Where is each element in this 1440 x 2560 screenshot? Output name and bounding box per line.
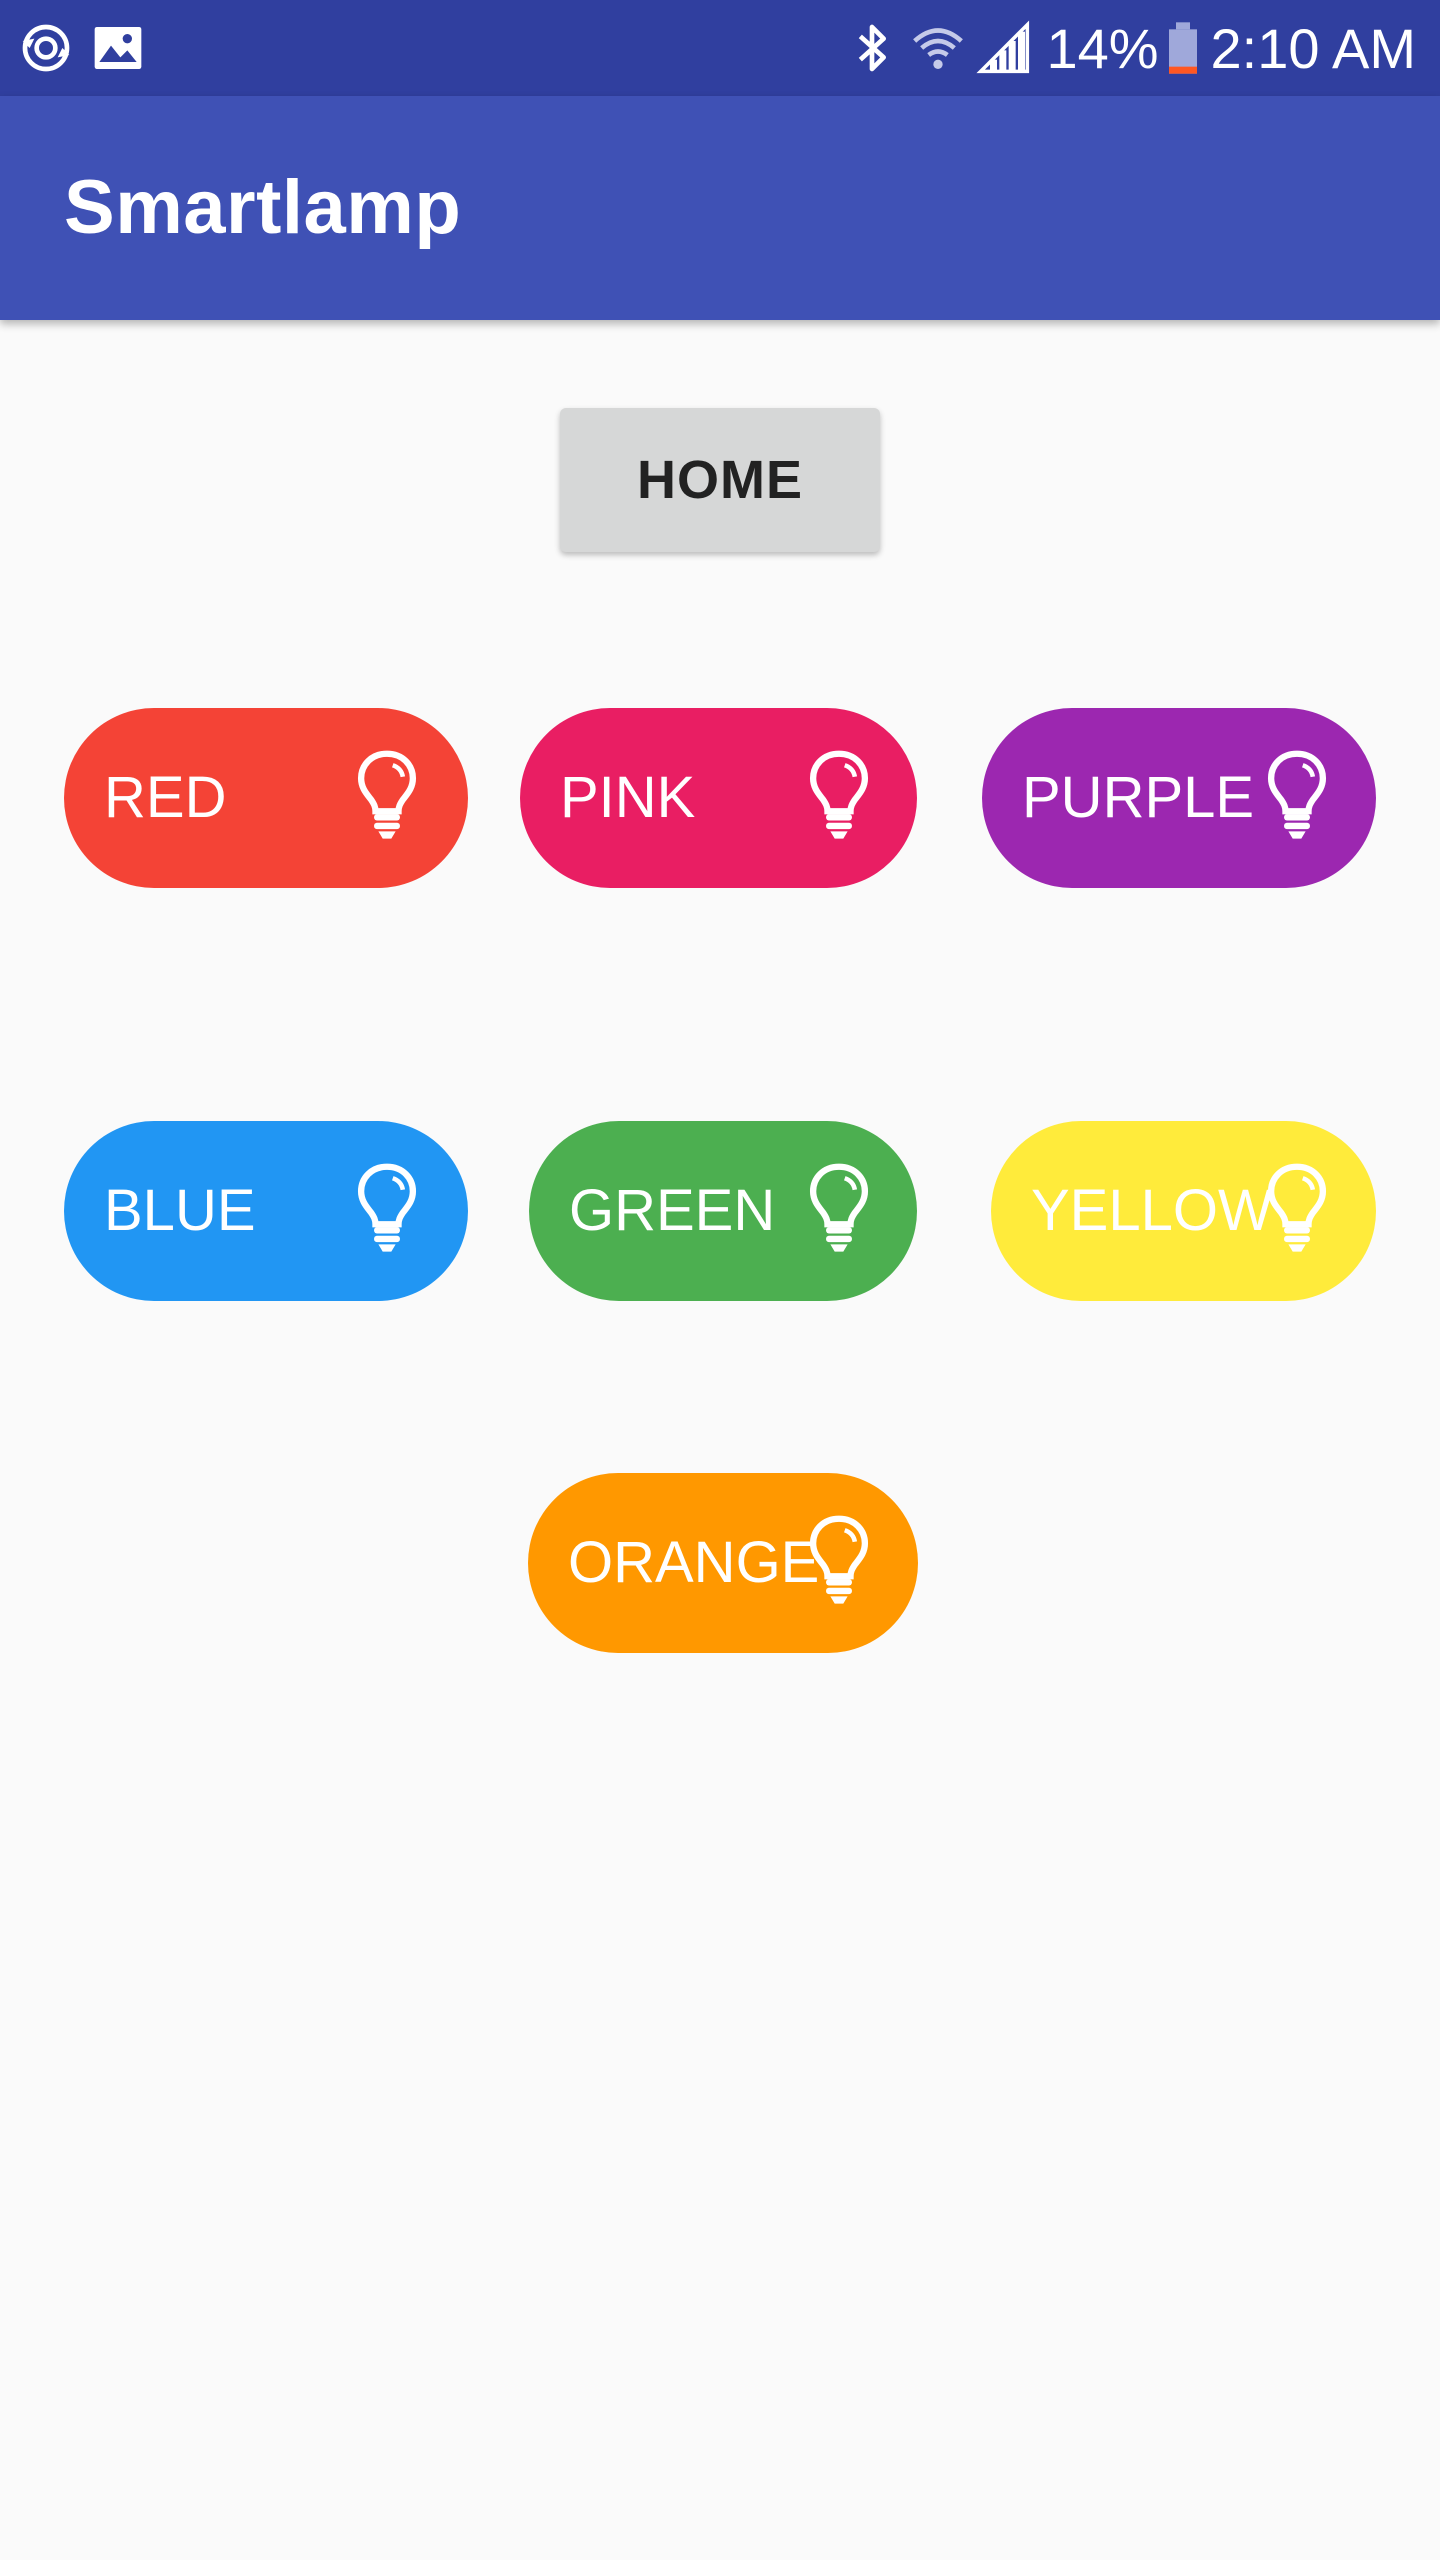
signal-icon [976, 20, 1030, 74]
green-button-label: GREEN [569, 1178, 776, 1243]
purple-button[interactable]: PURPLE [982, 708, 1376, 888]
pink-button-label: PINK [560, 765, 696, 830]
pink-button[interactable]: PINK [520, 708, 917, 888]
home-button[interactable]: HOME [560, 408, 880, 552]
orange-button[interactable]: ORANGE [528, 1473, 918, 1653]
lightbulb-icon [809, 750, 869, 839]
lightbulb-icon [357, 1163, 417, 1252]
red-button-label: RED [104, 765, 227, 830]
battery-icon [1168, 22, 1197, 74]
wifi-icon [913, 28, 964, 69]
lightbulb-icon [1267, 750, 1327, 839]
purple-button-label: PURPLE [1022, 765, 1255, 830]
yellow-button[interactable]: YELLOW [991, 1121, 1376, 1301]
battery-percent: 14% [1046, 16, 1159, 80]
lightbulb-icon [809, 1515, 869, 1604]
sync-icon [22, 24, 70, 72]
status-bar: 14% 2:10 AM [0, 0, 1440, 96]
red-button[interactable]: RED [64, 708, 468, 888]
bluetooth-icon [859, 24, 887, 72]
orange-button-label: ORANGE [568, 1530, 820, 1595]
blue-button[interactable]: BLUE [64, 1121, 468, 1301]
app-bar: Smartlamp [0, 96, 1440, 320]
status-right-group: 14% 2:10 AM [844, 0, 1416, 96]
lightbulb-icon [1267, 1163, 1327, 1252]
yellow-button-label: YELLOW [1031, 1178, 1273, 1243]
lightbulb-icon [357, 750, 417, 839]
image-icon [94, 27, 142, 69]
clock: 2:10 AM [1210, 16, 1416, 80]
blue-button-label: BLUE [104, 1178, 256, 1243]
green-button[interactable]: GREEN [529, 1121, 917, 1301]
app-title: Smartlamp [64, 165, 462, 250]
lightbulb-icon [809, 1163, 869, 1252]
